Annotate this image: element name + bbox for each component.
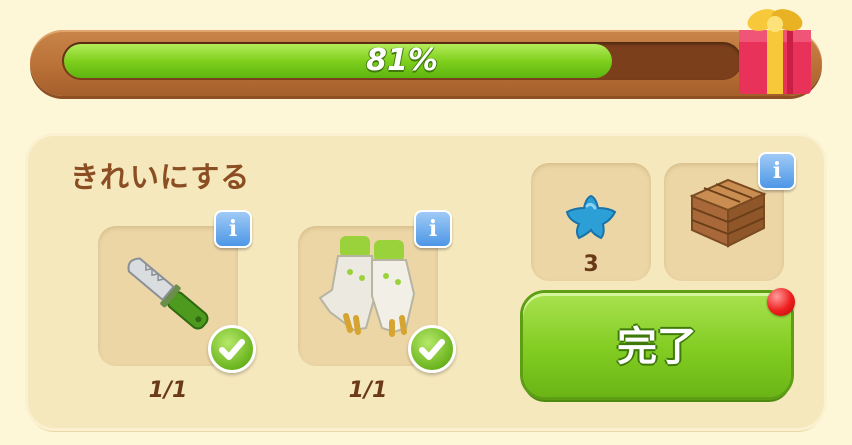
reward-count-star: 3 — [583, 252, 599, 277]
item-count-knife: 1/1 — [148, 378, 188, 403]
knife-icon — [127, 257, 209, 330]
progress-label: 81% — [366, 43, 438, 78]
gift-box-icon[interactable] — [735, 0, 815, 98]
notification-dot — [767, 288, 795, 316]
done-button-label: 完了 — [617, 324, 697, 370]
item-count-gloves: 1/1 — [348, 378, 388, 403]
check-icon-knife — [208, 325, 256, 373]
info-button-gloves[interactable]: i — [414, 210, 452, 248]
info-button-knife[interactable]: i — [214, 210, 252, 248]
task-title: きれいにする — [70, 160, 251, 194]
wooden-crate-icon — [689, 178, 767, 248]
check-icon-gloves — [408, 325, 456, 373]
blue-star-icon — [565, 194, 617, 240]
gloves-icon — [318, 236, 416, 337]
info-button-crate[interactable]: i — [758, 152, 796, 190]
